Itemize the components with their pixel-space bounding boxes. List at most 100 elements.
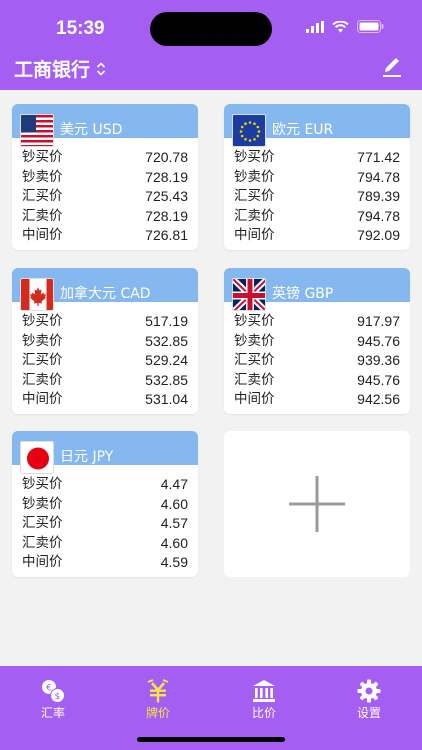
currency-card-jpy[interactable]: 日元 JPY 钞买价 4.47 钞卖价 4.60 汇买价 4.57 汇卖价 4.60 中… xyxy=(12,431,198,577)
rate-value: 728.19 xyxy=(145,207,188,224)
rate-label: 中间价 xyxy=(22,391,63,407)
currency-name: 美元 USD xyxy=(60,122,123,138)
rate-value: 939.36 xyxy=(357,352,400,368)
rate-row: 汇卖价 4.60 xyxy=(22,534,188,554)
rate-row: 钞买价 4.47 xyxy=(22,475,188,495)
yuan-icon xyxy=(147,679,169,703)
rate-label: 钞买价 xyxy=(234,313,275,329)
rate-value: 4.47 xyxy=(160,476,188,492)
rate-label: 钞卖价 xyxy=(234,332,275,349)
tab-quotes[interactable]: 牌价 xyxy=(128,678,188,721)
rate-value: 531.04 xyxy=(145,391,188,407)
battery-icon xyxy=(357,20,384,33)
rate-value: 728.19 xyxy=(145,168,188,185)
card-header: 英镑 GBP xyxy=(224,268,410,311)
rate-label: 钞卖价 xyxy=(234,168,275,185)
rate-row: 钞卖价 794.78 xyxy=(234,168,400,188)
tab-label: 设置 xyxy=(356,706,381,720)
currency-name: 日元 JPY xyxy=(60,449,114,465)
rate-label: 汇买价 xyxy=(22,188,63,204)
rate-row: 汇卖价 794.78 xyxy=(234,207,400,227)
tab-compare[interactable]: 比价 xyxy=(234,678,294,721)
add-currency-button[interactable] xyxy=(224,431,410,577)
rate-label: 钞买价 xyxy=(22,313,63,329)
rate-value: 794.78 xyxy=(357,168,400,185)
rate-value: 789.39 xyxy=(357,188,400,204)
tab-exchange[interactable]: € $ 汇率 xyxy=(23,678,83,721)
tab-label: 比价 xyxy=(251,706,276,720)
bank-icon xyxy=(253,680,275,702)
currency-card-gbp[interactable]: 英镑 GBP 钞买价 917.97 钞卖价 945.76 汇买价 939.36 汇卖价… xyxy=(224,268,410,414)
rate-label: 钞买价 xyxy=(22,476,63,492)
jp-flag-icon xyxy=(20,441,54,474)
uk-flag-icon xyxy=(232,278,266,311)
rate-label: 汇卖价 xyxy=(234,371,275,388)
home-indicator xyxy=(137,737,285,742)
rate-row: 汇买价 789.39 xyxy=(234,187,400,207)
rate-row: 汇买价 939.36 xyxy=(234,351,400,371)
rate-value: 942.56 xyxy=(357,391,400,407)
card-header: 欧元 EUR xyxy=(224,104,410,147)
card-header: 美元 USD xyxy=(12,104,198,147)
rate-label: 汇买价 xyxy=(234,352,275,368)
ca-flag-icon xyxy=(20,278,54,311)
status-time: 15:39 xyxy=(56,18,105,39)
rate-value: 532.85 xyxy=(145,371,188,388)
exchange-icon: € $ xyxy=(42,680,65,703)
rate-value: 517.19 xyxy=(145,313,188,329)
rate-label: 中间价 xyxy=(234,227,275,243)
rate-row: 钞买价 771.42 xyxy=(234,148,400,168)
eu-flag-icon xyxy=(232,114,266,147)
rate-value: 4.60 xyxy=(160,495,188,512)
bank-selector[interactable]: 工商银行 xyxy=(14,55,106,82)
rate-label: 钞卖价 xyxy=(22,168,63,185)
chevron-updown-icon xyxy=(96,61,106,76)
svg-text:$: $ xyxy=(55,692,61,702)
rate-label: 钞卖价 xyxy=(22,332,63,349)
rate-row: 汇卖价 728.19 xyxy=(22,207,188,227)
currency-name: 英镑 GBP xyxy=(272,286,334,302)
rate-value: 792.09 xyxy=(357,227,400,243)
rate-value: 794.78 xyxy=(357,207,400,224)
rate-label: 钞买价 xyxy=(22,149,63,165)
rate-label: 汇卖价 xyxy=(22,207,63,224)
tab-label: 汇率 xyxy=(40,706,65,720)
wifi-icon xyxy=(332,20,349,32)
currency-card-usd[interactable]: 美元 USD 钞买价 720.78 钞卖价 728.19 汇买价 725.43 汇卖价… xyxy=(12,104,198,250)
signal-icon xyxy=(306,20,324,33)
rate-label: 汇卖价 xyxy=(22,534,63,551)
rate-label: 中间价 xyxy=(22,227,63,243)
header: 15:39 工商银行 xyxy=(0,0,422,90)
rate-row: 中间价 4.59 xyxy=(22,553,188,573)
rate-label: 汇卖价 xyxy=(234,207,275,224)
rate-row: 汇卖价 945.76 xyxy=(234,371,400,391)
rate-value: 720.78 xyxy=(145,149,188,165)
rate-label: 汇买价 xyxy=(234,188,275,204)
card-header: 加拿大元 CAD xyxy=(12,268,198,311)
rate-label: 中间价 xyxy=(234,391,275,407)
tab-label: 牌价 xyxy=(145,706,170,720)
edit-button[interactable] xyxy=(380,54,404,78)
tab-settings[interactable]: 设置 xyxy=(339,678,399,721)
rate-value: 725.43 xyxy=(145,188,188,204)
rate-label: 汇卖价 xyxy=(22,371,63,388)
rate-value: 4.60 xyxy=(160,534,188,551)
rate-label: 钞卖价 xyxy=(22,495,63,512)
us-flag-icon xyxy=(20,114,54,147)
rate-row: 中间价 942.56 xyxy=(234,390,400,410)
rate-label: 中间价 xyxy=(22,554,63,570)
rate-label: 钞买价 xyxy=(234,149,275,165)
rate-value: 917.97 xyxy=(357,313,400,329)
rate-row: 汇卖价 532.85 xyxy=(22,371,188,391)
currency-card-eur[interactable]: 欧元 EUR 钞买价 771.42 钞卖价 794.78 汇买价 789.39 汇卖价… xyxy=(224,104,410,250)
pencil-icon xyxy=(383,58,401,77)
rate-value: 532.85 xyxy=(145,332,188,349)
rate-row: 钞卖价 4.60 xyxy=(22,495,188,515)
currency-card-cad[interactable]: 加拿大元 CAD 钞买价 517.19 钞卖价 532.85 汇买价 529.24 汇… xyxy=(12,268,198,414)
currency-name: 加拿大元 CAD xyxy=(60,286,151,302)
status-icons xyxy=(306,20,384,33)
rate-row: 钞买价 720.78 xyxy=(22,148,188,168)
rate-row: 钞卖价 532.85 xyxy=(22,332,188,352)
rate-row: 汇买价 725.43 xyxy=(22,187,188,207)
currency-name: 欧元 EUR xyxy=(272,122,334,138)
